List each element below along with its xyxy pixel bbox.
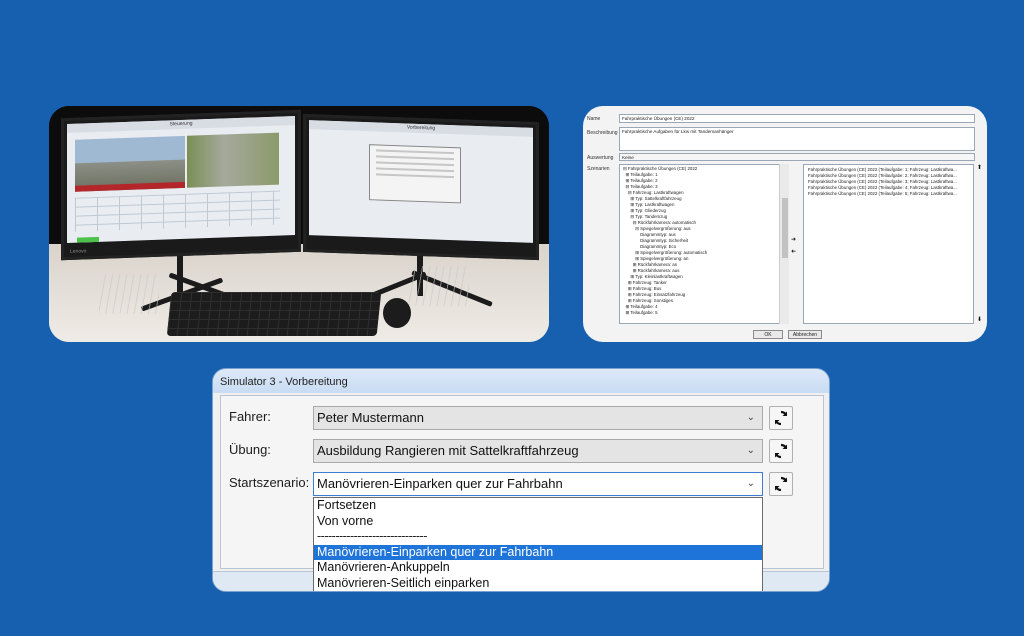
window-title: Simulator 3 - Vorbereitung [213,369,829,393]
driver-value: Peter Mustermann [317,410,424,425]
scenario-refresh-button[interactable] [769,472,793,496]
dropdown-option[interactable]: Manövrieren-Ankuppeln [314,560,762,576]
mouse [383,298,411,328]
move-down-icon[interactable]: ⬇ [977,316,982,323]
right-monitor-title: Vorbereitung [309,120,533,137]
description-value: Fahrpraktische Aufgaben für Lkw mit Tand… [622,129,734,134]
simulator-preparation-window: Simulator 3 - Vorbereitung Fahrer: Peter… [212,368,830,592]
driver-label: Fahrer: [229,409,271,424]
tree-item[interactable]: ⊞ Teilaufgabe: 5 [623,310,788,316]
chevron-down-icon: ⌄ [746,445,755,456]
scenario-dropdown-list[interactable]: Fortsetzen Von vorne ---------------------… [313,497,763,592]
dropdown-option[interactable]: Fortsetzen [314,498,762,514]
left-monitor: Steuerung Lenovo [61,109,301,261]
scenario-value: Manövrieren-Einparken quer zur Fahrbahn [317,476,563,491]
dropdown-option[interactable]: Manövrieren-Einparken quer zur Fahrbahn [314,544,762,560]
remove-arrow-icon[interactable]: ➜ [791,248,796,255]
mini-dialog [369,144,461,204]
scroll-thumb[interactable] [782,198,788,258]
dropdown-separator: ------------------------------ [317,529,427,543]
left-monitor-screen: Steuerung [67,116,295,243]
move-up-icon[interactable]: ⬆ [977,164,982,171]
workstation-photo: Steuerung Lenovo Vorbereitung [49,106,549,342]
dropdown-option[interactable]: Von vorne [314,514,762,530]
ok-button[interactable]: OK [753,330,783,339]
scenario-label: Startszenario: [229,475,310,490]
exercise-select[interactable]: Ausbildung Rangieren mit Sattelkraftfahr… [313,439,763,463]
list-item[interactable]: Fahrpraktische Übungen (CE) 2022 (Teilau… [806,191,973,197]
selected-scenarios-list[interactable]: Fahrpraktische Übungen (CE) 2022 (Teilau… [803,164,974,324]
aerial-view [187,132,279,188]
driver-select[interactable]: Peter Mustermann ⌄ [313,406,763,430]
status-indicator [77,236,99,243]
cancel-button[interactable]: Abbrechen [788,330,822,339]
evaluation-select[interactable]: Keine [619,153,975,161]
evaluation-label: Auswertung [587,155,614,161]
evaluation-value: Keine [622,155,634,160]
scenario-tree[interactable]: ⊟ Fahrpraktische Übungen (CE) 2022 ⊞ Tei… [619,164,789,324]
scenarios-label: Szenarien [587,166,610,172]
refresh-icon [774,443,788,459]
chevron-down-icon: ⌄ [746,412,755,423]
description-field[interactable]: Fahrpraktische Aufgaben für Lkw mit Tand… [619,127,975,151]
add-arrow-icon[interactable]: ➜ [791,236,796,243]
cables [409,266,469,306]
left-monitor-title: Steuerung [67,116,295,133]
scenario-config-dialog: Name Fahrpraktische Übungen (CE) 2022 Be… [583,106,987,342]
right-monitor: Vorbereitung [303,113,539,261]
refresh-icon [774,476,788,492]
name-label: Name [587,116,601,122]
name-field[interactable]: Fahrpraktische Übungen (CE) 2022 [619,114,975,123]
exercise-value: Ausbildung Rangieren mit Sattelkraftfahr… [317,443,579,458]
dropdown-option[interactable]: Manövrieren-Seitlich einparken [314,576,762,592]
tree-scrollbar[interactable] [779,164,789,324]
exercise-refresh-button[interactable] [769,439,793,463]
right-monitor-screen: Vorbereitung [309,120,533,243]
description-label: Beschreibung [587,130,618,136]
keyboard [166,292,382,336]
control-grid [75,190,280,232]
name-value: Fahrpraktische Übungen (CE) 2022 [622,116,695,121]
exercise-label: Übung: [229,442,271,457]
refresh-icon [774,410,788,426]
monitor-brand: Lenovo [70,248,87,255]
driver-refresh-button[interactable] [769,406,793,430]
scenario-select[interactable]: Manövrieren-Einparken quer zur Fahrbahn … [313,472,763,496]
cables [99,274,159,314]
chevron-down-icon: ⌄ [746,478,755,489]
